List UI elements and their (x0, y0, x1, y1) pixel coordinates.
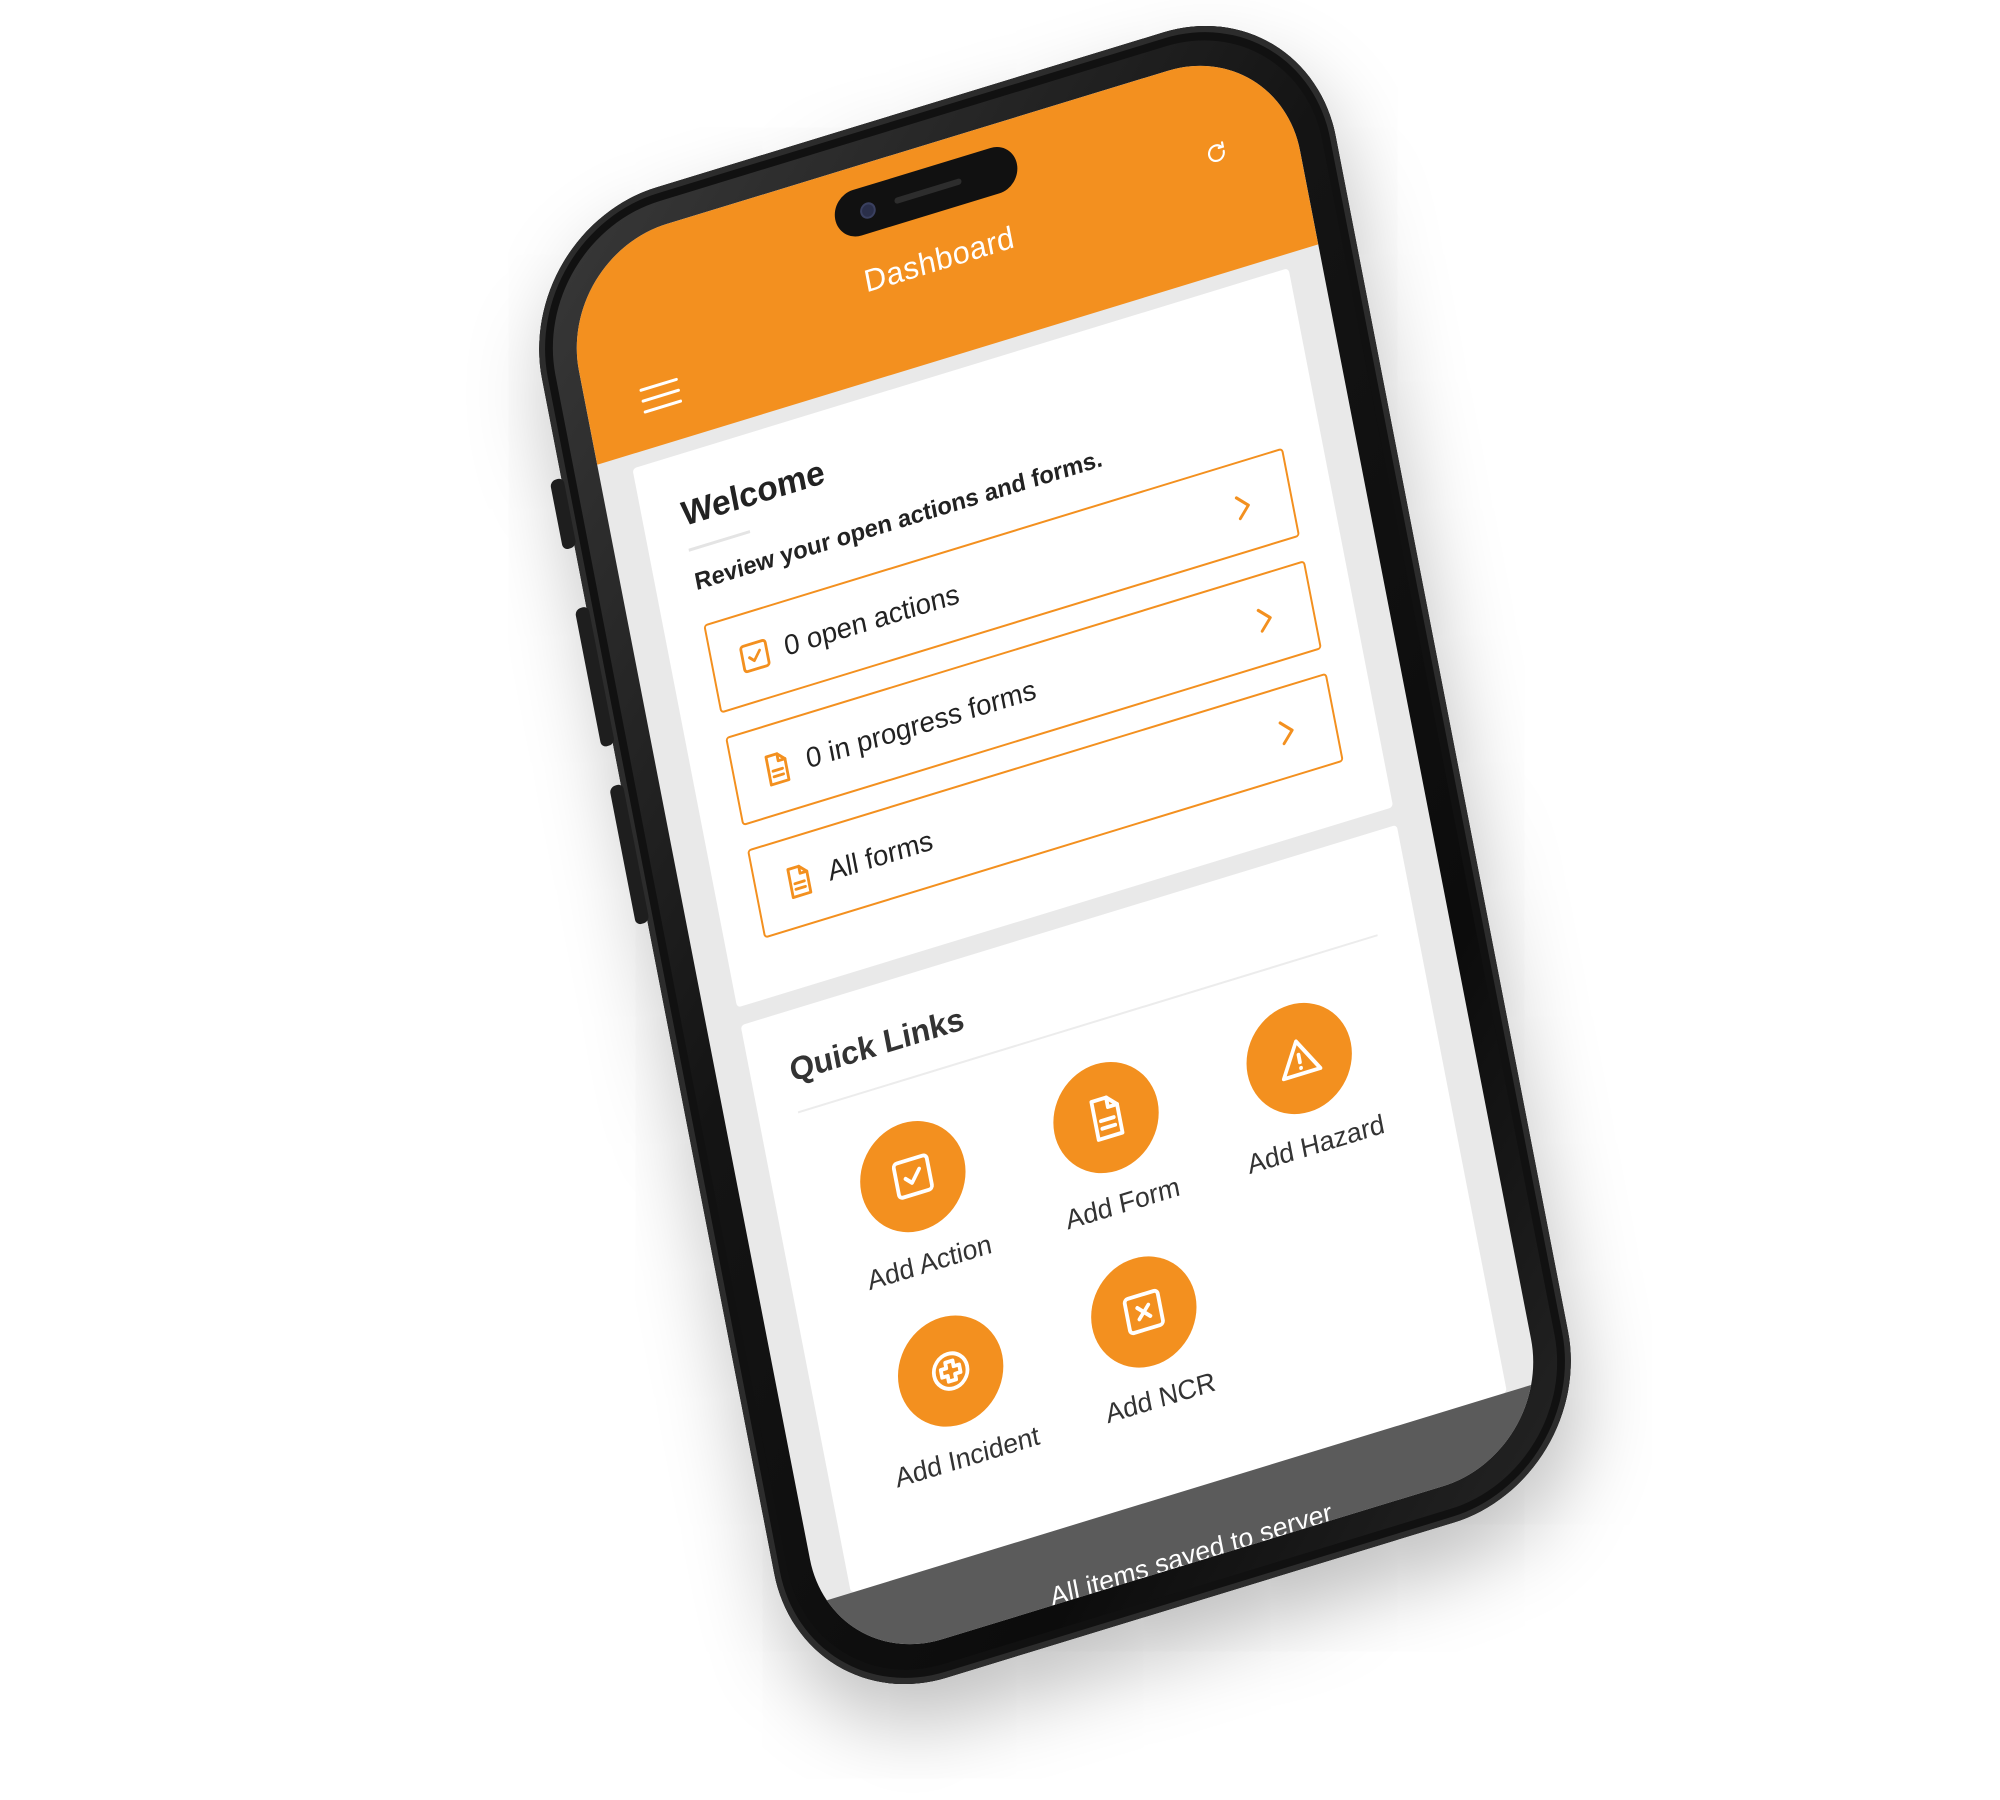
document-icon (1089, 1095, 1125, 1142)
add-hazard-circle (1237, 989, 1362, 1128)
add-action-button[interactable]: Add Action (841, 1104, 995, 1297)
volume-down-button (609, 783, 650, 926)
add-form-circle (1044, 1048, 1169, 1187)
add-incident-button[interactable]: Add Incident (869, 1296, 1043, 1495)
main-content: Welcome Review your open actions and for… (597, 244, 1539, 1602)
add-ncr-button[interactable]: Add NCR (1079, 1242, 1218, 1430)
mute-switch (549, 477, 577, 551)
add-incident-label: Add Incident (892, 1420, 1042, 1494)
title-divider (688, 530, 751, 552)
checkbox-icon (735, 634, 774, 677)
phone-screen: Dashboard Welcome Review your open actio… (556, 37, 1554, 1673)
phone-frame: Dashboard Welcome Review your open actio… (513, 0, 1597, 1722)
document-icon (757, 747, 796, 790)
document-icon (779, 859, 818, 902)
warning-icon (1281, 1039, 1323, 1082)
add-action-label: Add Action (864, 1228, 995, 1297)
speaker-grille (893, 177, 963, 205)
add-hazard-label: Add Hazard (1244, 1108, 1387, 1181)
add-hazard-button[interactable]: Add Hazard (1221, 984, 1387, 1181)
add-form-label: Add Form (1063, 1171, 1183, 1236)
add-ncr-circle (1081, 1242, 1206, 1382)
hamburger-menu-icon[interactable] (639, 377, 683, 415)
add-action-circle (850, 1107, 975, 1246)
add-incident-circle (888, 1301, 1013, 1441)
front-camera (858, 200, 878, 221)
medical-cross-icon (931, 1351, 970, 1391)
checkbox-icon (891, 1153, 934, 1200)
add-ncr-label: Add NCR (1103, 1366, 1218, 1430)
add-form-button[interactable]: Add Form (1039, 1047, 1182, 1237)
volume-up-button (574, 605, 615, 748)
x-box-icon (1122, 1288, 1165, 1336)
stage: Dashboard Welcome Review your open actio… (0, 0, 2000, 1800)
